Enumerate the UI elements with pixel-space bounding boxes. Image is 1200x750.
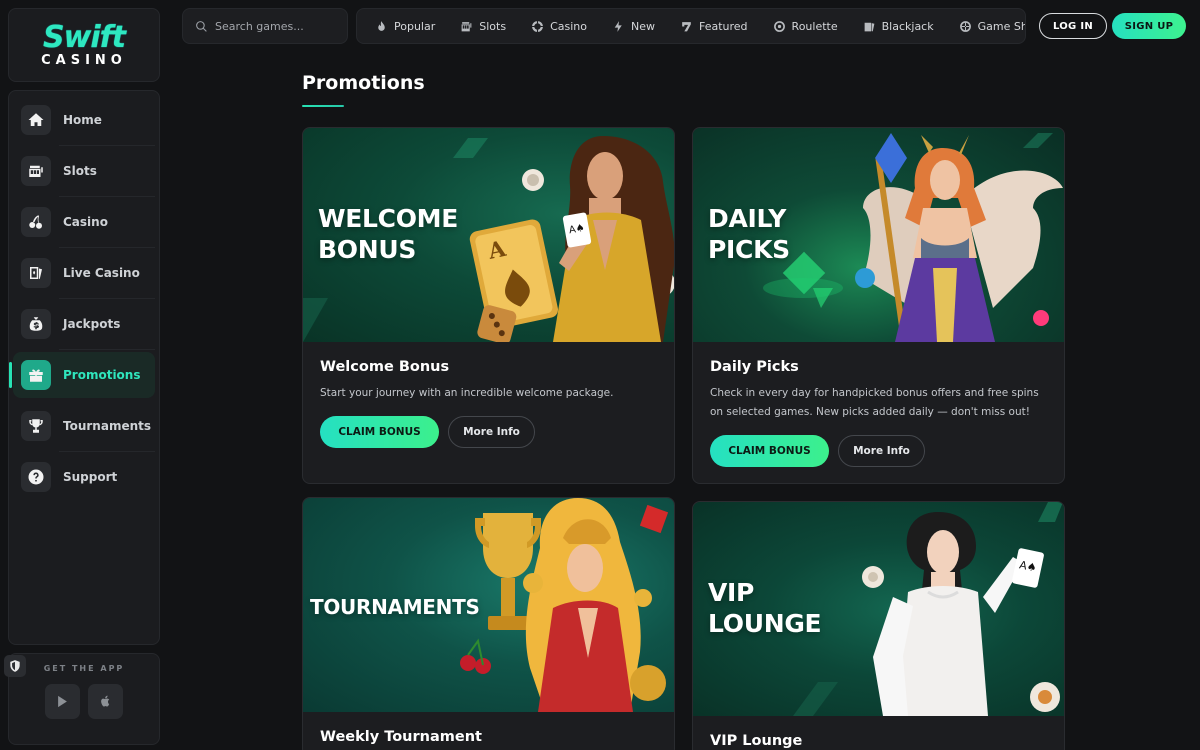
cards-icon — [864, 22, 874, 31]
claim-bonus-button[interactable]: CLAIM BONUS — [710, 435, 829, 467]
search-icon — [196, 20, 207, 32]
sidebar-nav: Home Slots Casino Live Casino Jackpots P — [8, 90, 160, 645]
category-new[interactable]: New — [612, 20, 655, 33]
promo-card-daily-picks: DAILY PICKS Daily Picks Check in every d… — [692, 127, 1065, 484]
flame-icon — [378, 20, 385, 31]
page-title: Promotions — [302, 72, 425, 94]
slot-machine-icon — [21, 156, 51, 186]
category-label: Casino — [550, 19, 587, 33]
login-button[interactable]: LOG IN — [1039, 13, 1107, 39]
sidebar-item-label: Slots — [63, 164, 97, 178]
category-bar: Popular Slots Casino New Featured Roulet… — [356, 8, 1026, 44]
banner-line-2: BONUS — [318, 235, 417, 264]
seven-icon — [682, 21, 691, 31]
google-play-button[interactable] — [45, 684, 80, 719]
sidebar-item-promotions[interactable]: Promotions — [9, 352, 155, 398]
signup-button[interactable]: SIGN UP — [1112, 13, 1186, 39]
sidebar-item-tournaments[interactable]: Tournaments — [13, 403, 155, 452]
lightning-icon — [614, 20, 622, 32]
banner-line-1: TOURNAMENTS — [310, 595, 480, 619]
apple-icon — [101, 695, 110, 707]
category-label: Popular — [394, 19, 436, 33]
sidebar-item-label: Home — [63, 113, 102, 127]
sidebar-item-label: Support — [63, 470, 118, 484]
promo-banner[interactable]: A♠ VIP LOUNGE — [693, 502, 1064, 716]
category-featured[interactable]: Featured — [680, 20, 748, 33]
promo-banner[interactable]: DAILY PICKS — [693, 128, 1064, 342]
more-info-button[interactable]: More Info — [448, 416, 535, 448]
promo-title: VIP Lounge — [710, 733, 803, 749]
chip-icon — [532, 20, 543, 32]
logo-swift-text: Swift — [43, 19, 126, 55]
sidebar-item-label: Live Casino — [63, 266, 140, 280]
sidebar-item-jackpots[interactable]: Jackpots — [13, 301, 155, 350]
sidebar-item-slots[interactable]: Slots — [13, 148, 155, 197]
category-slots[interactable]: Slots — [460, 20, 506, 33]
promo-card-welcome-bonus: A A♠ WELCOME BONUS Welcome Bonus Start y… — [302, 127, 675, 484]
sidebar-item-label: Casino — [63, 215, 108, 229]
sidebar-item-label: Tournaments — [63, 419, 152, 433]
question-icon — [21, 462, 51, 492]
category-blackjack[interactable]: Blackjack — [863, 20, 934, 33]
sidebar-item-label: Promotions — [63, 368, 141, 382]
promo-card-vip-lounge: A♠ VIP LOUNGE VIP Lounge — [692, 501, 1065, 750]
app-store-button[interactable] — [88, 684, 123, 719]
search-box[interactable] — [182, 8, 348, 44]
google-play-icon — [58, 695, 67, 708]
banner-line-2: LOUNGE — [708, 609, 822, 638]
category-label: Blackjack — [881, 19, 934, 33]
promo-title: Welcome Bonus — [320, 359, 450, 375]
security-shield-icon[interactable] — [4, 655, 26, 677]
cherries-icon — [21, 207, 51, 237]
sidebar-item-support[interactable]: Support — [13, 454, 155, 500]
gift-icon — [21, 360, 51, 390]
playing-cards-icon — [21, 258, 51, 288]
trophy-icon — [21, 411, 51, 441]
wheel-icon — [959, 20, 971, 32]
category-label: Roulette — [791, 19, 838, 33]
logo-casino-text: CASINO — [41, 52, 127, 68]
sidebar-item-home[interactable]: Home — [13, 97, 155, 146]
search-input[interactable] — [215, 19, 335, 33]
promo-description: Start your journey with an incredible we… — [320, 387, 614, 399]
logo[interactable]: Swift CASINO — [8, 8, 160, 82]
category-label: Slots — [479, 19, 507, 33]
category-label: Featured — [698, 19, 748, 33]
money-bag-icon — [21, 309, 51, 339]
category-roulette[interactable]: Roulette — [773, 20, 838, 33]
banner-line-1: DAILY — [708, 204, 787, 233]
category-casino[interactable]: Casino — [531, 20, 587, 33]
promo-title: Weekly Tournament — [320, 729, 482, 745]
title-underline — [302, 105, 344, 107]
sidebar-item-live-casino[interactable]: Live Casino — [13, 250, 155, 299]
get-the-app-title: GET THE APP — [43, 664, 125, 673]
promo-card-weekly-tournament: TOURNAMENTS Weekly Tournament — [302, 497, 675, 750]
promo-banner[interactable]: TOURNAMENTS — [303, 498, 674, 712]
category-label: New — [630, 19, 655, 33]
promo-title: Daily Picks — [710, 359, 799, 375]
more-info-button[interactable]: More Info — [838, 435, 925, 467]
banner-line-1: WELCOME — [318, 204, 459, 233]
banner-line-1: VIP — [708, 578, 755, 607]
category-popular[interactable]: Popular — [375, 20, 435, 33]
slot-machine-icon — [461, 21, 472, 31]
sidebar-item-casino[interactable]: Casino — [13, 199, 155, 248]
roulette-icon — [773, 20, 785, 32]
banner-line-2: PICKS — [708, 235, 790, 264]
home-icon — [21, 105, 51, 135]
category-game-shows[interactable]: Game Shows — [959, 19, 1025, 33]
get-the-app-panel: GET THE APP — [8, 653, 160, 745]
sidebar-item-label: Jackpots — [63, 317, 121, 331]
promo-description: Check in every day for handpicked bonus … — [710, 387, 1039, 418]
promo-banner[interactable]: A A♠ WELCOME BONUS — [303, 128, 674, 342]
claim-bonus-button[interactable]: CLAIM BONUS — [320, 416, 439, 448]
category-label: Game Shows — [977, 19, 1025, 33]
